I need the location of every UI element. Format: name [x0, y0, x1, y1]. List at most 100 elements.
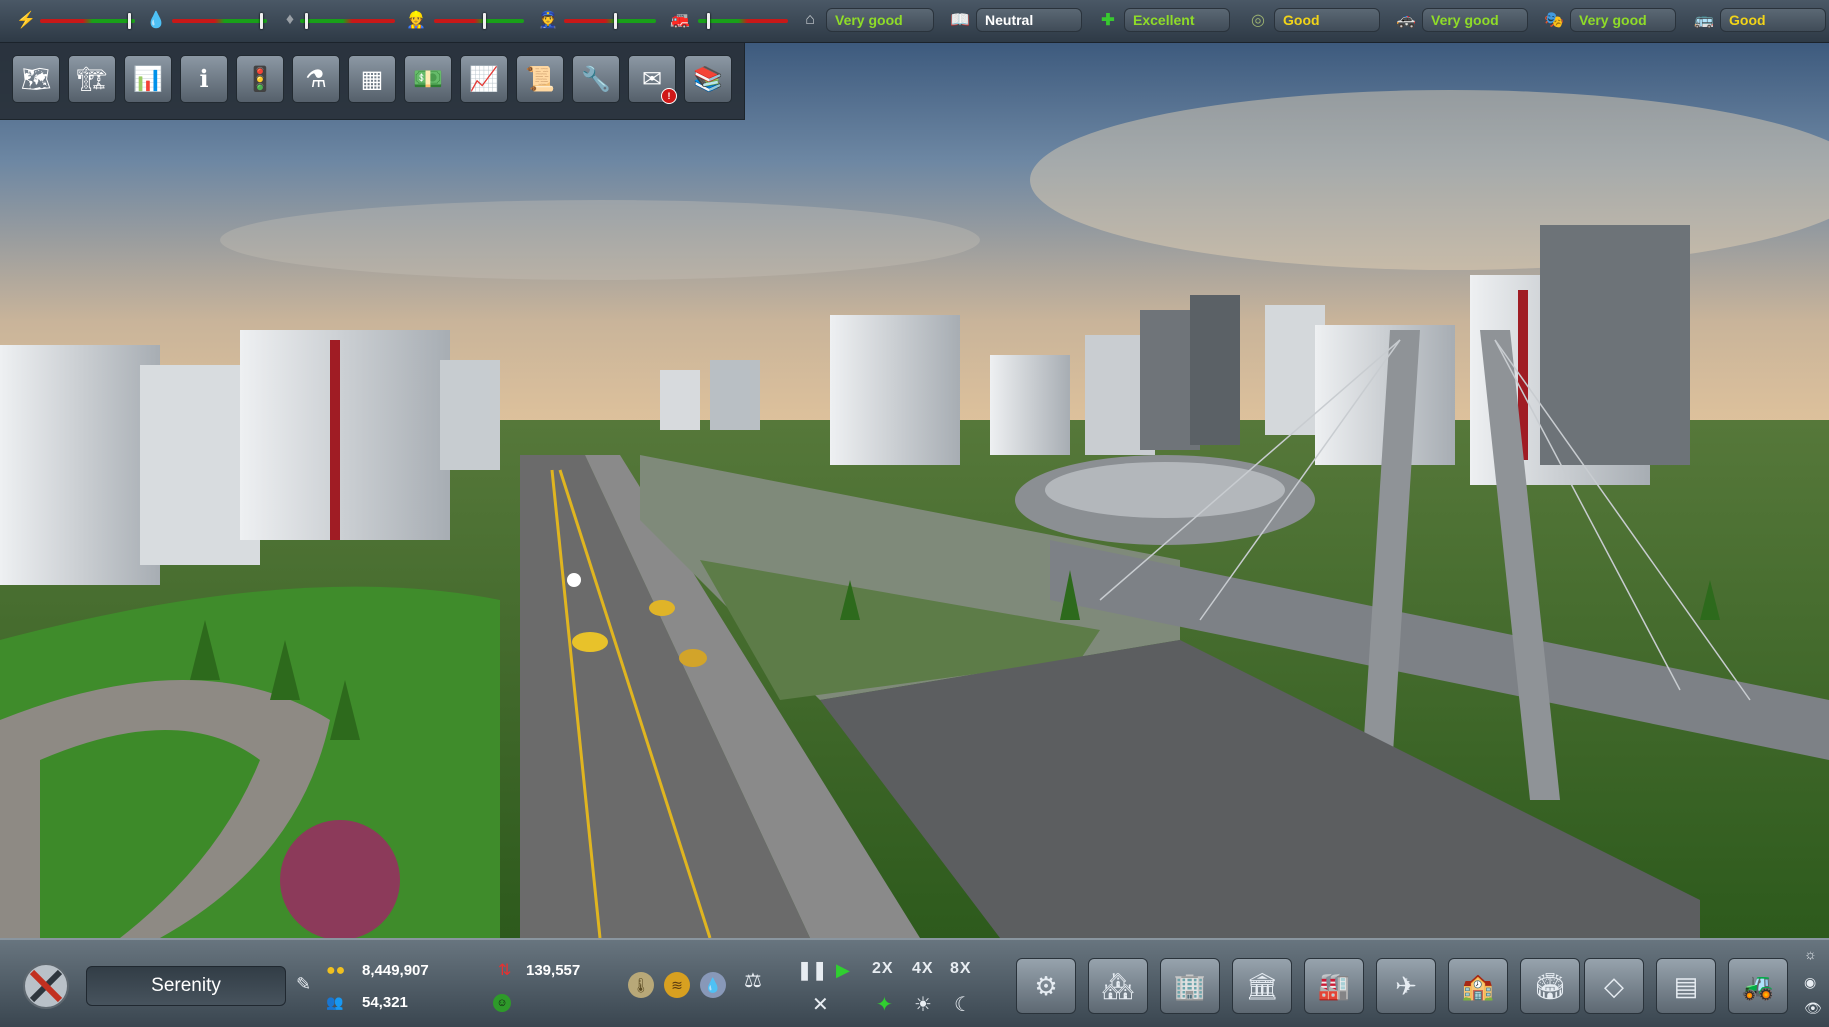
finance-button[interactable]: 💵 — [404, 55, 452, 103]
bulldozer-icon: 🚜 — [1741, 970, 1775, 1001]
building-blocks-icon: 🏗 — [76, 65, 108, 93]
fire-meter-marker — [707, 13, 710, 29]
airport-icon: ✈ — [1395, 970, 1417, 1001]
info-icon: ℹ — [199, 65, 209, 93]
entertainment-icon[interactable]: 🎭 — [1542, 8, 1566, 32]
random-shuffle-icon[interactable]: ✕ — [812, 992, 829, 1017]
library-button[interactable]: 📚 — [684, 55, 732, 103]
weather-cycle-icon[interactable]: ✦ — [876, 992, 893, 1017]
camera-icon[interactable]: ◉ — [1804, 974, 1816, 991]
storage-button[interactable]: ▤ — [1656, 958, 1716, 1014]
transport-rating[interactable]: Good — [1720, 8, 1826, 32]
city-status-bar: ⚡ 💧 ♦ 👷 👮 🚒 ⌂ Very good 📖 Neutral ✚ Exce… — [0, 0, 1829, 43]
advisor-toolbar: 🗺 🏗 📊 ℹ 🚦 ⚗ ▦ 💵 📈 📜 🔧 ✉! 📚 — [0, 43, 745, 120]
workers-meter-marker — [483, 13, 486, 29]
terrain-map-button[interactable]: 🗺 — [12, 55, 60, 103]
housing-rating[interactable]: Very good — [826, 8, 934, 32]
balance-scale-icon[interactable]: ⚖ — [744, 968, 762, 993]
temperature-icon[interactable]: 🌡 — [628, 972, 654, 998]
housing-icon[interactable]: ⌂ — [798, 8, 822, 32]
safety-rating[interactable]: Very good — [1422, 8, 1528, 32]
police-icon[interactable]: 👮 — [536, 8, 560, 32]
speed-8x-button[interactable]: 8X — [950, 960, 972, 978]
health-rating[interactable]: Excellent — [1124, 8, 1230, 32]
waste-bag-icon[interactable]: ♦ — [278, 8, 302, 32]
safety-icon[interactable]: 🚓 — [1394, 8, 1418, 32]
city-3d-view[interactable] — [0, 0, 1829, 1025]
wind-icon[interactable]: ≋ — [664, 972, 690, 998]
greenhouse-icon: ◇ — [1604, 970, 1624, 1001]
waste-meter-marker — [305, 13, 308, 29]
info-button[interactable]: ℹ — [180, 55, 228, 103]
electricity-icon[interactable]: ⚡ — [14, 8, 38, 32]
civic-building-button[interactable]: 🏫 — [1448, 958, 1508, 1014]
speed-2x-button[interactable]: 2X — [872, 960, 894, 978]
money-coins-icon: ●● — [326, 962, 346, 979]
power-plant-button[interactable]: ⚙ — [1016, 958, 1076, 1014]
fire-icon[interactable]: 🚒 — [668, 8, 692, 32]
residential-button[interactable]: 🏘 — [1088, 958, 1148, 1014]
airport-button[interactable]: ✈ — [1376, 958, 1436, 1014]
workers-icon[interactable]: 👷 — [404, 8, 428, 32]
solar-panels-button[interactable]: ▦ — [348, 55, 396, 103]
main-menu-button[interactable] — [18, 958, 74, 1014]
city-statistics-icon: 📊 — [133, 65, 163, 93]
night-moon-icon[interactable]: ☾ — [954, 992, 972, 1017]
greenhouse-button[interactable]: ◇ — [1584, 958, 1644, 1014]
landmark-button[interactable]: 🏟 — [1520, 958, 1580, 1014]
industrial-icon: 🏢 — [1173, 970, 1207, 1001]
environment-rating[interactable]: Good — [1274, 8, 1380, 32]
storage-icon: ▤ — [1673, 970, 1699, 1001]
bottom-control-bar: Serenity ✎ ●● 8,449,907 👥 54,321 ⇅ 139,5… — [0, 938, 1829, 1027]
traffic-icon: 🚦 — [245, 65, 275, 93]
landmark-icon: 🏟 — [1533, 970, 1567, 1001]
happiness-smiley-icon[interactable]: ☺ — [493, 994, 511, 1012]
engineering-button[interactable]: 🔧 — [572, 55, 620, 103]
civic-building-icon: 🏫 — [1461, 970, 1495, 1001]
entertainment-rating[interactable]: Very good — [1570, 8, 1676, 32]
speed-4x-button[interactable]: 4X — [912, 960, 934, 978]
terrain-map-icon: 🗺 — [20, 65, 52, 93]
bulldozer-button[interactable]: 🚜 — [1728, 958, 1788, 1014]
education-rating[interactable]: Neutral — [976, 8, 1082, 32]
income-trend-icon: ⇅ — [498, 962, 512, 979]
finance-icon: 💵 — [413, 65, 443, 93]
traffic-button[interactable]: 🚦 — [236, 55, 284, 103]
play-button[interactable]: ▶ — [836, 960, 850, 981]
electricity-meter-marker — [128, 13, 131, 29]
electricity-meter — [40, 13, 135, 29]
pause-button[interactable]: ❚❚ — [797, 960, 827, 981]
services-button[interactable]: 🏛 — [1232, 958, 1292, 1014]
day-sun-icon[interactable]: ☀ — [914, 992, 932, 1017]
water-meter — [172, 13, 267, 29]
graph-button[interactable]: 📈 — [460, 55, 508, 103]
library-icon: 📚 — [693, 65, 723, 93]
environment-icon[interactable]: ◎ — [1246, 8, 1270, 32]
health-icon[interactable]: ✚ — [1096, 8, 1120, 32]
transport-icon[interactable]: 🚌 — [1692, 8, 1716, 32]
rename-pencil-icon[interactable]: ✎ — [296, 974, 311, 995]
city-statistics-button[interactable]: 📊 — [124, 55, 172, 103]
research-flask-icon: ⚗ — [305, 65, 327, 93]
factory-button[interactable]: 🏭 — [1304, 958, 1364, 1014]
population-value: 54,321 — [362, 994, 408, 1011]
tools-icon — [23, 963, 69, 1009]
rain-drop-icon[interactable]: 💧 — [700, 972, 726, 998]
water-drop-icon[interactable]: 💧 — [144, 8, 168, 32]
industrial-button[interactable]: 🏢 — [1160, 958, 1220, 1014]
documents-icon: 📜 — [525, 65, 555, 93]
police-meter-marker — [614, 13, 617, 29]
building-blocks-button[interactable]: 🏗 — [68, 55, 116, 103]
messages-icon: ✉ — [641, 65, 663, 93]
services-icon: 🏛 — [1245, 970, 1279, 1001]
education-icon[interactable]: 📖 — [948, 8, 972, 32]
visibility-eye-icon[interactable]: 👁 — [1804, 1000, 1822, 1017]
fire-meter — [698, 13, 788, 29]
weather-view-icon[interactable]: ☼ — [1804, 946, 1817, 962]
research-button[interactable]: ⚗ — [292, 55, 340, 103]
documents-button[interactable]: 📜 — [516, 55, 564, 103]
messages-button[interactable]: ✉! — [628, 55, 677, 104]
engineering-icon: 🔧 — [581, 65, 611, 93]
city-name-field[interactable]: Serenity — [86, 966, 286, 1006]
solar-panels-icon: ▦ — [360, 65, 384, 93]
